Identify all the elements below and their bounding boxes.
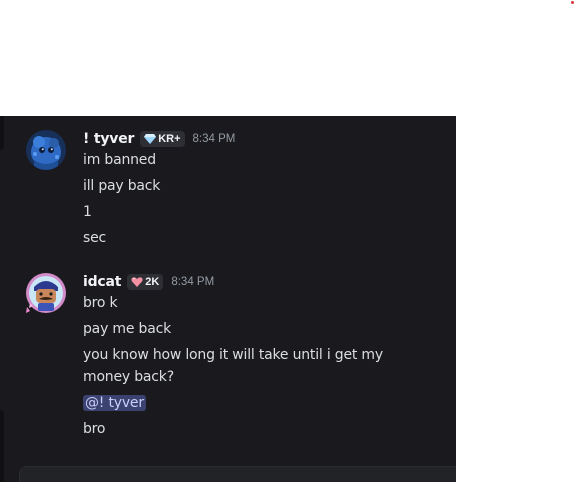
chat-panel: ! tyver KR+ 8:34 PM im banned ill pay ba…	[0, 116, 456, 482]
message-text: bro	[83, 421, 106, 437]
server-tag-label: 2K	[145, 276, 160, 288]
username[interactable]: ! tyver	[83, 131, 134, 147]
gem-icon	[144, 134, 157, 144]
message-text: ill pay back	[83, 178, 161, 194]
user-mention[interactable]: @! tyver	[83, 395, 146, 411]
avatar[interactable]	[26, 273, 66, 313]
message-input[interactable]	[19, 466, 456, 482]
username[interactable]: idcat	[83, 274, 121, 290]
message-text: pay me back	[83, 321, 171, 337]
avatar[interactable]	[26, 130, 66, 170]
server-tag[interactable]: 2K	[127, 274, 164, 290]
sidebar-edge	[0, 410, 4, 482]
timestamp: 8:34 PM	[171, 276, 215, 288]
server-tag-label: KR+	[158, 133, 181, 145]
message-text: sec	[83, 230, 107, 246]
message-header: ! tyver KR+ 8:34 PM	[83, 129, 235, 149]
message-text: you know how long it will take until i g…	[83, 347, 383, 385]
message-text: 1	[83, 204, 92, 220]
message-header: idcat 2K 8:34 PM	[83, 272, 214, 292]
heart-gem-icon	[131, 277, 143, 287]
sidebar-edge	[0, 116, 4, 150]
message-text: im banned	[83, 152, 156, 168]
message-line: @! tyver	[83, 392, 413, 414]
notification-dot	[571, 1, 574, 4]
message-text: bro k	[83, 295, 118, 311]
server-tag[interactable]: KR+	[140, 131, 185, 147]
timestamp: 8:34 PM	[192, 133, 236, 145]
